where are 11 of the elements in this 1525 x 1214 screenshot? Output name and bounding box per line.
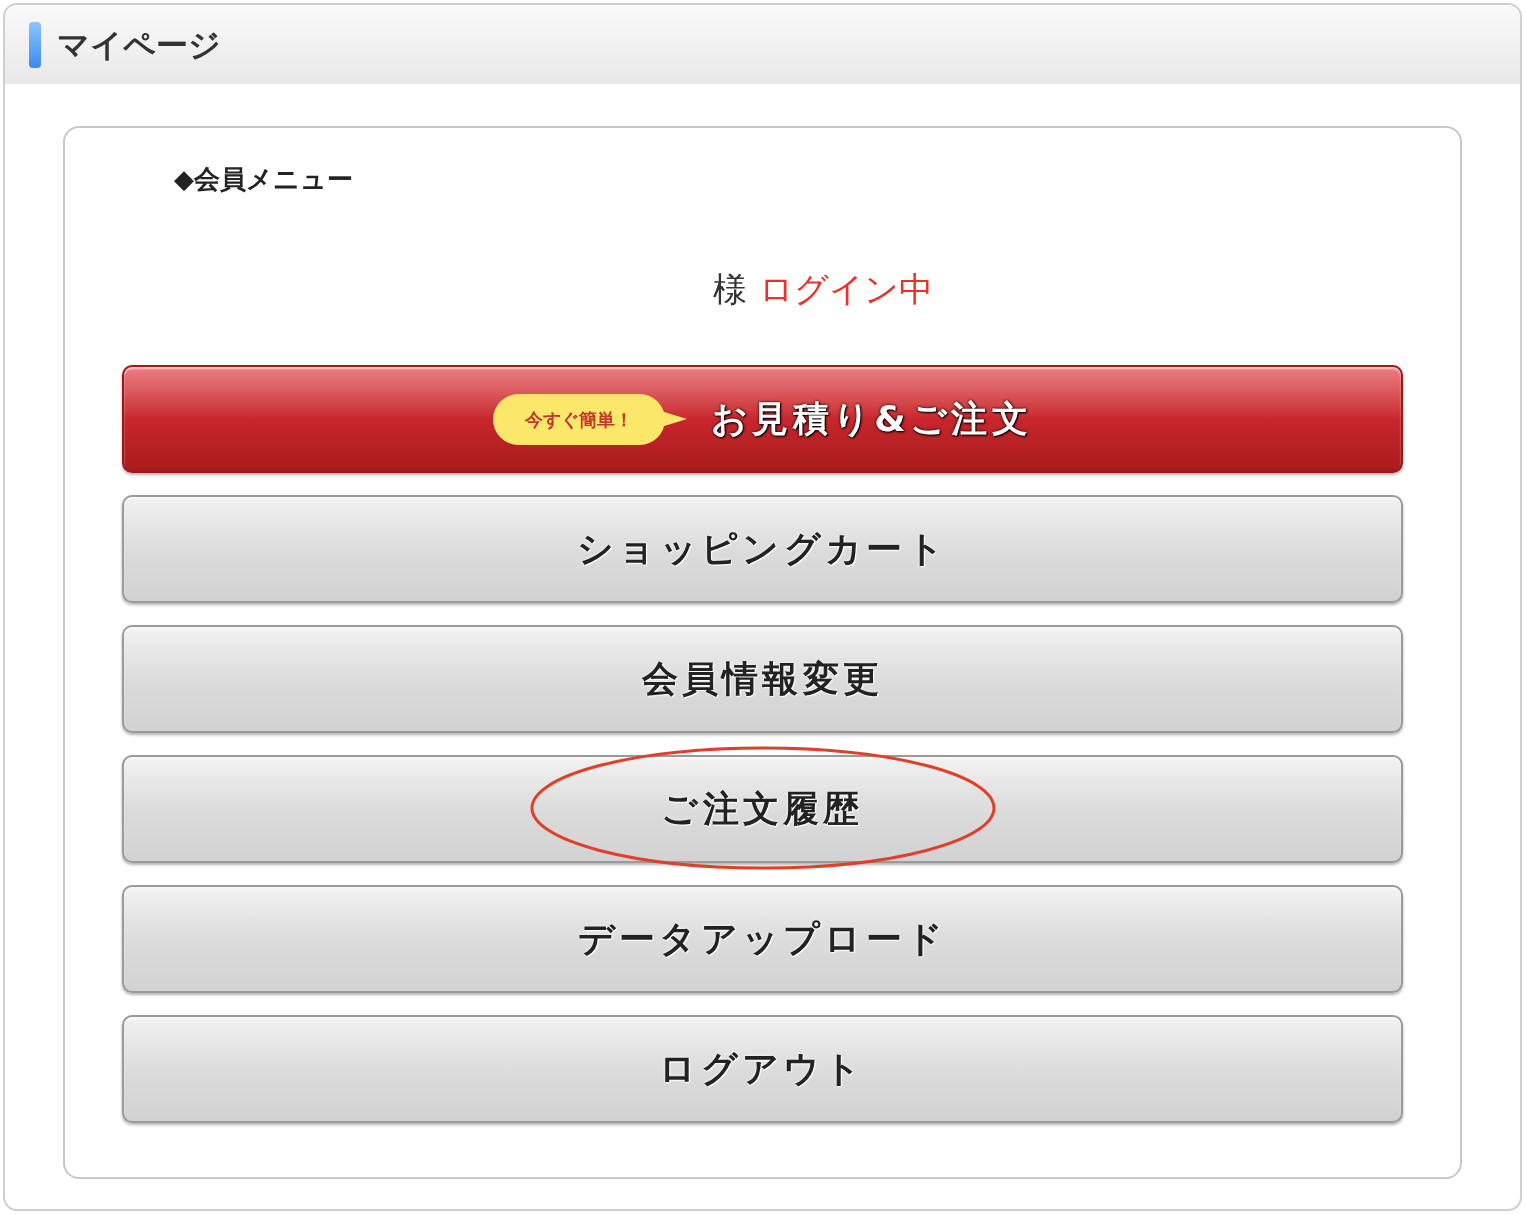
honorific-suffix: 様 — [712, 268, 747, 311]
menu-button[interactable]: ログアウト — [122, 1015, 1403, 1123]
page-title: マイページ — [57, 24, 221, 66]
menu-button[interactable]: 今すぐ簡単！ お見積り&ご注文 — [122, 365, 1403, 473]
menu-heading: ◆会員メニュー — [173, 164, 354, 194]
login-status: ログイン中 — [758, 268, 933, 311]
menu-button[interactable]: 会員情報変更 — [122, 625, 1403, 733]
menu-button[interactable]: ショッピングカート — [122, 495, 1403, 603]
accent-bar-icon — [29, 21, 41, 68]
menu-button[interactable]: ご注文履歴 — [122, 755, 1403, 863]
menu-button[interactable]: データアップロード — [122, 885, 1403, 993]
